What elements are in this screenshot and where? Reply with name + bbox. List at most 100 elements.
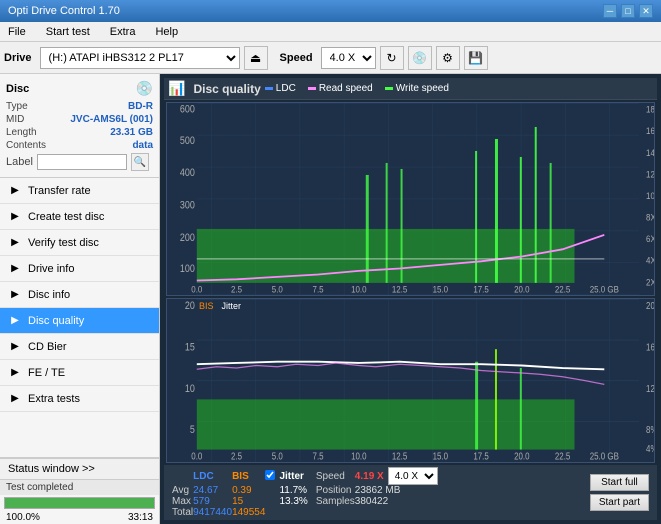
- label-input[interactable]: [37, 154, 127, 170]
- svg-text:10.0: 10.0: [351, 451, 366, 462]
- status-window-label: Status window >>: [8, 463, 95, 475]
- nav-disc-info-label: Disc info: [28, 289, 70, 301]
- label-search-button[interactable]: 🔍: [131, 153, 149, 171]
- svg-text:10X: 10X: [646, 190, 654, 201]
- ldc-max: 579: [193, 496, 232, 507]
- burn-button[interactable]: 💿: [408, 46, 432, 70]
- menu-bar: File Start test Extra Help: [0, 22, 661, 42]
- nav-create-test-disc-label: Create test disc: [28, 211, 104, 223]
- chart-icon: 📊: [168, 80, 185, 97]
- legend-write-label: Write speed: [396, 83, 449, 94]
- nav-cd-bier-label: CD Bier: [28, 341, 67, 353]
- svg-text:22.5: 22.5: [555, 284, 571, 295]
- nav-disc-quality-label: Disc quality: [28, 315, 84, 327]
- menu-file[interactable]: File: [4, 24, 30, 40]
- length-value: 23.31 GB: [110, 127, 153, 138]
- eject-button[interactable]: ⏏: [244, 46, 268, 70]
- chart-panel: 📊 Disc quality LDC Read speed Write spee…: [164, 78, 657, 520]
- svg-text:17.5: 17.5: [473, 284, 489, 295]
- cd-bier-icon: ▶: [8, 340, 22, 354]
- legend-ldc-dot: [265, 87, 273, 90]
- bis-total: 149554: [232, 507, 265, 518]
- drive-select[interactable]: (H:) ATAPI iHBS312 2 PL17: [40, 47, 240, 69]
- menu-start-test[interactable]: Start test: [42, 24, 94, 40]
- chart-title: Disc quality: [193, 82, 260, 96]
- nav-disc-quality[interactable]: ▶ Disc quality: [0, 308, 159, 334]
- disc-title: Disc: [6, 83, 29, 95]
- nav-cd-bier[interactable]: ▶ CD Bier: [0, 334, 159, 360]
- svg-text:15.0: 15.0: [433, 284, 449, 295]
- start-full-button[interactable]: Start full: [590, 474, 649, 491]
- stats-row: LDC BIS Jitter Speed 4.19 X 4.0 X: [164, 465, 657, 520]
- bis-max: 15: [232, 496, 265, 507]
- jitter-col-header: Jitter: [279, 467, 315, 485]
- drive-label: Drive: [4, 52, 32, 64]
- legend-ldc-label: LDC: [276, 83, 296, 94]
- svg-text:12.5: 12.5: [392, 451, 407, 462]
- type-label: Type: [6, 101, 28, 112]
- bis-legend-label: BIS: [199, 301, 214, 311]
- nav-disc-info[interactable]: ▶ Disc info: [0, 282, 159, 308]
- toolbar: Drive (H:) ATAPI iHBS312 2 PL17 ⏏ Speed …: [0, 42, 661, 74]
- maximize-button[interactable]: □: [621, 4, 635, 18]
- nav-fe-te[interactable]: ▶ FE / TE: [0, 360, 159, 386]
- svg-text:2X: 2X: [646, 277, 654, 288]
- verify-test-disc-icon: ▶: [8, 236, 22, 250]
- nav-transfer-rate[interactable]: ▶ Transfer rate: [0, 178, 159, 204]
- speed-select[interactable]: 4.0 X: [321, 47, 376, 69]
- bis-avg: 0.39: [232, 485, 265, 496]
- nav-drive-info[interactable]: ▶ Drive info: [0, 256, 159, 282]
- close-button[interactable]: ✕: [639, 4, 653, 18]
- start-buttons: Start full Start part: [590, 474, 649, 511]
- svg-text:0.0: 0.0: [191, 284, 202, 295]
- svg-text:25.0 GB: 25.0 GB: [590, 451, 619, 462]
- nav-drive-info-label: Drive info: [28, 263, 74, 275]
- nav-create-test-disc[interactable]: ▶ Create test disc: [0, 204, 159, 230]
- svg-text:12%: 12%: [646, 383, 654, 394]
- legend-write-dot: [385, 87, 393, 90]
- chart-panel-header: 📊 Disc quality LDC Read speed Write spee…: [164, 78, 657, 100]
- svg-text:22.5: 22.5: [555, 451, 570, 462]
- menu-help[interactable]: Help: [151, 24, 182, 40]
- refresh-button[interactable]: ↻: [380, 46, 404, 70]
- menu-extra[interactable]: Extra: [106, 24, 140, 40]
- label-label: Label: [6, 156, 33, 168]
- title-bar: Opti Drive Control 1.70 ─ □ ✕: [0, 0, 661, 22]
- speed-stat-value: 4.19 X: [355, 467, 384, 485]
- speed-select-stats[interactable]: 4.0 X: [388, 467, 438, 485]
- svg-text:5.0: 5.0: [272, 284, 283, 295]
- avg-row-label: Avg: [172, 485, 193, 496]
- legend-ldc: LDC: [265, 83, 296, 94]
- svg-text:2.5: 2.5: [231, 284, 242, 295]
- position-label: Position: [316, 485, 355, 496]
- legend-read-label: Read speed: [319, 83, 373, 94]
- svg-text:5: 5: [190, 424, 195, 436]
- status-window-button[interactable]: Status window >>: [0, 458, 159, 480]
- nav-extra-tests[interactable]: ▶ Extra tests: [0, 386, 159, 412]
- nav-verify-test-disc[interactable]: ▶ Verify test disc: [0, 230, 159, 256]
- svg-text:20.0: 20.0: [514, 284, 530, 295]
- legend-read-dot: [308, 87, 316, 90]
- svg-text:300: 300: [180, 200, 195, 212]
- nav-extra-tests-label: Extra tests: [28, 393, 80, 405]
- options-button[interactable]: ⚙: [436, 46, 460, 70]
- svg-text:400: 400: [180, 167, 195, 179]
- svg-text:7.5: 7.5: [313, 284, 324, 295]
- minimize-button[interactable]: ─: [603, 4, 617, 18]
- disc-icon: 💿: [136, 80, 153, 97]
- time-display: 33:13: [128, 512, 153, 523]
- jitter-checkbox[interactable]: [265, 470, 275, 480]
- fe-te-icon: ▶: [8, 366, 22, 380]
- svg-text:15.0: 15.0: [433, 451, 448, 462]
- save-button[interactable]: 💾: [464, 46, 488, 70]
- window-controls: ─ □ ✕: [603, 4, 653, 18]
- svg-text:100: 100: [180, 263, 195, 275]
- status-bottom: 100.0% 33:13: [0, 511, 159, 524]
- start-part-button[interactable]: Start part: [590, 494, 649, 511]
- svg-text:8X: 8X: [646, 212, 654, 223]
- progress-percent: 100.0%: [6, 512, 40, 523]
- svg-text:14X: 14X: [646, 147, 654, 158]
- svg-text:600: 600: [180, 104, 195, 116]
- type-value: BD-R: [128, 101, 153, 112]
- main-layout: Disc 💿 Type BD-R MID JVC-AMS6L (001) Len…: [0, 74, 661, 524]
